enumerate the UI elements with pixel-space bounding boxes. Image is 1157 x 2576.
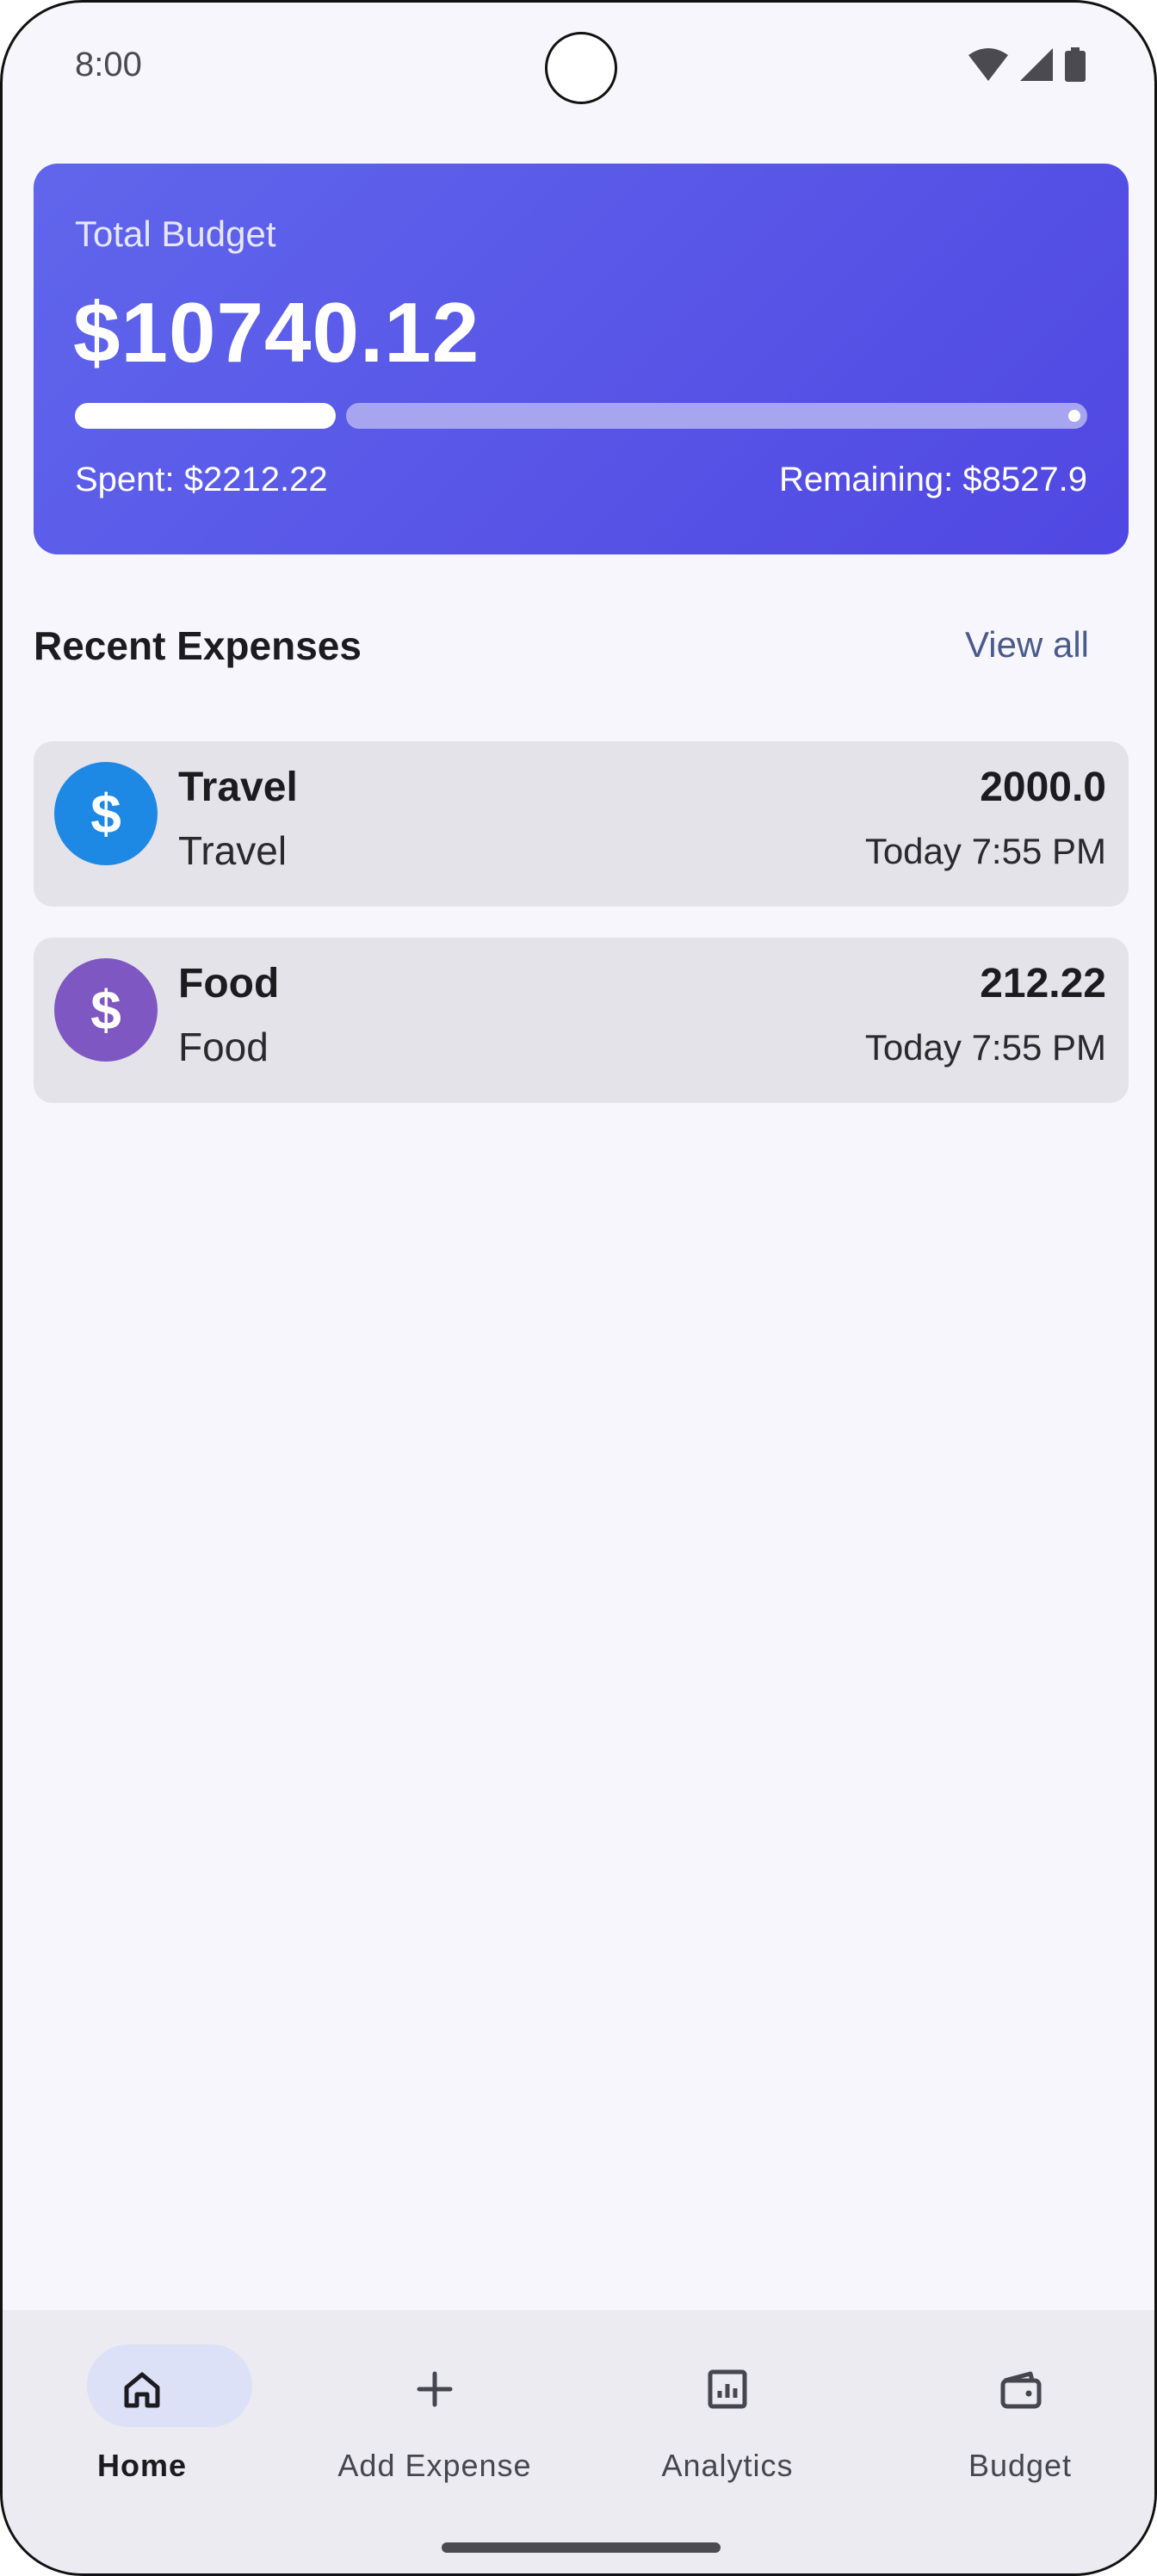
expense-category: Travel: [178, 828, 288, 873]
expense-item[interactable]: $ Food Food 212.22 Today 7:55 PM: [34, 938, 1129, 1103]
bottom-navigation: Home Add Expense Analytics Budget: [3, 2310, 1154, 2573]
home-icon: [124, 2372, 160, 2408]
signal-icon: [1020, 48, 1053, 81]
nav-label-home: Home: [96, 2448, 188, 2483]
add-icon: [417, 2371, 453, 2407]
remaining-text: Remaining: $8527.9: [778, 461, 1087, 498]
recent-expenses-title: Recent Expenses: [34, 623, 362, 668]
status-icons: [968, 47, 1086, 82]
phone-screen: 8:00 Total Budget $10740.12 Spent: $2212…: [0, 0, 1157, 2576]
budget-amount: $10740.12: [73, 285, 480, 380]
home-indicator[interactable]: [442, 2542, 721, 2553]
nav-pill: [380, 2344, 545, 2427]
view-all-button[interactable]: View all: [965, 624, 1089, 666]
expense-item[interactable]: $ Travel Travel 2000.0 Today 7:55 PM: [34, 741, 1129, 907]
analytics-icon: [708, 2369, 747, 2409]
nav-add-expense[interactable]: Add Expense: [306, 2344, 564, 2517]
nav-home[interactable]: Home: [13, 2344, 271, 2517]
progress-fill: [75, 403, 336, 429]
progress-track: [346, 403, 1087, 429]
camera-cutout: [545, 32, 617, 104]
nav-label-add-expense: Add Expense: [337, 2448, 532, 2483]
nav-analytics[interactable]: Analytics: [598, 2344, 857, 2517]
nav-label-budget: Budget: [968, 2448, 1073, 2483]
expense-title: Food: [178, 961, 280, 1006]
budget-label: Total Budget: [75, 214, 276, 254]
wallet-icon: [1000, 2371, 1042, 2409]
expense-amount: 212.22: [980, 961, 1106, 1006]
nav-pill: [965, 2344, 1130, 2427]
expense-title: Travel: [178, 765, 298, 810]
expense-amount: 2000.0: [980, 765, 1106, 810]
nav-budget[interactable]: Budget: [891, 2344, 1149, 2517]
expense-category: Food: [178, 1025, 269, 1069]
status-time: 8:00: [75, 46, 142, 84]
progress-end-dot: [1068, 410, 1080, 422]
dollar-icon: $: [54, 762, 158, 865]
budget-progress-bar: [75, 403, 1087, 429]
expense-time: Today 7:55 PM: [864, 831, 1106, 871]
nav-label-analytics: Analytics: [661, 2448, 794, 2483]
nav-pill: [672, 2344, 838, 2427]
total-budget-card: Total Budget $10740.12 Spent: $2212.22 R…: [34, 164, 1129, 554]
dollar-icon: $: [54, 958, 158, 1062]
battery-icon: [1065, 47, 1086, 82]
status-bar: 8:00: [3, 3, 1154, 132]
expense-time: Today 7:55 PM: [864, 1027, 1106, 1068]
wifi-icon: [968, 48, 1008, 81]
nav-active-indicator: [87, 2344, 252, 2427]
spent-text: Spent: $2212.22: [75, 461, 328, 498]
